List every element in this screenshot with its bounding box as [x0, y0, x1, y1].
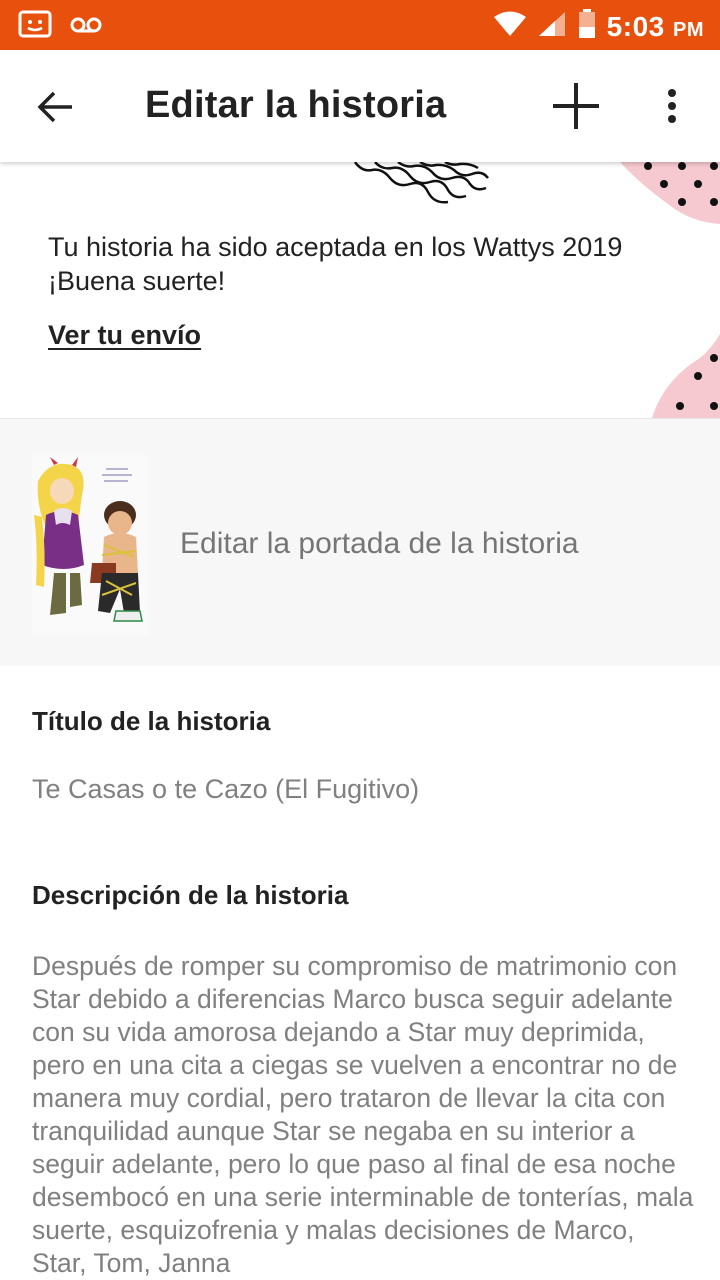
view-submission-link[interactable]: Ver tu envío: [48, 320, 201, 351]
story-description-label: Descripción de la historia: [32, 880, 349, 910]
notification-icon: [18, 10, 52, 45]
clock-ampm: PM: [673, 18, 704, 41]
story-title-field[interactable]: Te Casas o te Cazo (El Fugitivo): [32, 774, 419, 805]
add-part-button[interactable]: [548, 78, 604, 134]
edit-cover-row[interactable]: Editar la portada de la historia: [0, 418, 720, 666]
edit-cover-label[interactable]: Editar la portada de la historia: [180, 527, 579, 561]
wifi-icon: [493, 10, 527, 43]
banner-message: Tu historia ha sido aceptada en los Watt…: [48, 232, 623, 296]
clock: 5:03 PM: [607, 11, 704, 43]
voicemail-icon: [70, 15, 102, 40]
more-vert-icon: [668, 89, 676, 123]
cover-illustration: [32, 455, 148, 635]
plus-icon: [553, 83, 599, 129]
status-bar-left: [18, 10, 102, 45]
arrow-left-icon: [37, 91, 72, 123]
signal-icon: [537, 10, 567, 43]
status-bar: 5:03 PM: [0, 0, 720, 50]
story-cover-thumbnail[interactable]: [32, 455, 148, 635]
app-bar: Editar la historia: [0, 50, 720, 162]
status-bar-right: 5:03 PM: [493, 8, 704, 45]
battery-icon: [577, 8, 597, 45]
story-description-field[interactable]: Después de romper su compromiso de matri…: [32, 950, 696, 1280]
back-button[interactable]: [30, 82, 80, 132]
story-title-label: Título de la historia: [32, 706, 271, 736]
wattys-banner: Tu historia ha sido aceptada en los Watt…: [0, 162, 720, 418]
more-options-button[interactable]: [650, 80, 694, 132]
clock-time: 5:03: [606, 10, 665, 42]
page-title: Editar la historia: [145, 84, 447, 126]
